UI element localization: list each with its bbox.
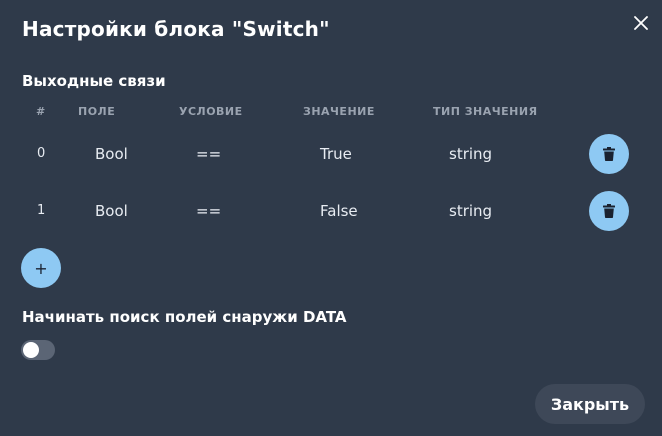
row-condition: == <box>196 145 222 163</box>
outputs-section-title: Выходные связи <box>22 72 166 90</box>
switch-settings-dialog: Настройки блока "Switch" Выходные связи … <box>0 0 662 436</box>
column-header-type: ТИП ЗНАЧЕНИЯ <box>433 105 538 118</box>
search-outside-data-toggle[interactable] <box>21 340 55 360</box>
row-index: 1 <box>37 203 46 218</box>
row-type: string <box>449 202 493 220</box>
add-row-button[interactable]: + <box>21 248 61 288</box>
row-type: string <box>449 145 493 163</box>
row-condition: == <box>196 202 222 220</box>
toggle-knob <box>23 342 39 358</box>
column-header-condition: УСЛОВИЕ <box>179 105 243 118</box>
row-field: Bool <box>95 145 128 163</box>
row-index: 0 <box>37 146 46 161</box>
close-dialog-button[interactable]: Закрыть <box>535 384 645 424</box>
plus-icon: + <box>34 258 48 278</box>
column-header-index: # <box>36 105 46 118</box>
trash-icon <box>603 204 615 218</box>
row-field: Bool <box>95 202 128 220</box>
column-header-field: ПОЛЕ <box>78 105 116 118</box>
search-outside-data-label: Начинать поиск полей снаружи DATA <box>22 308 347 326</box>
delete-row-button[interactable] <box>589 191 629 231</box>
row-value: True <box>320 145 352 163</box>
column-header-value: ЗНАЧЕНИЕ <box>303 105 375 118</box>
dialog-title: Настройки блока "Switch" <box>22 17 330 41</box>
trash-icon <box>603 147 615 161</box>
table-row: 0 Bool == True string <box>0 134 662 174</box>
table-row: 1 Bool == False string <box>0 191 662 231</box>
close-icon <box>634 16 648 30</box>
delete-row-button[interactable] <box>589 134 629 174</box>
row-value: False <box>320 202 358 220</box>
close-button[interactable] <box>628 10 654 36</box>
